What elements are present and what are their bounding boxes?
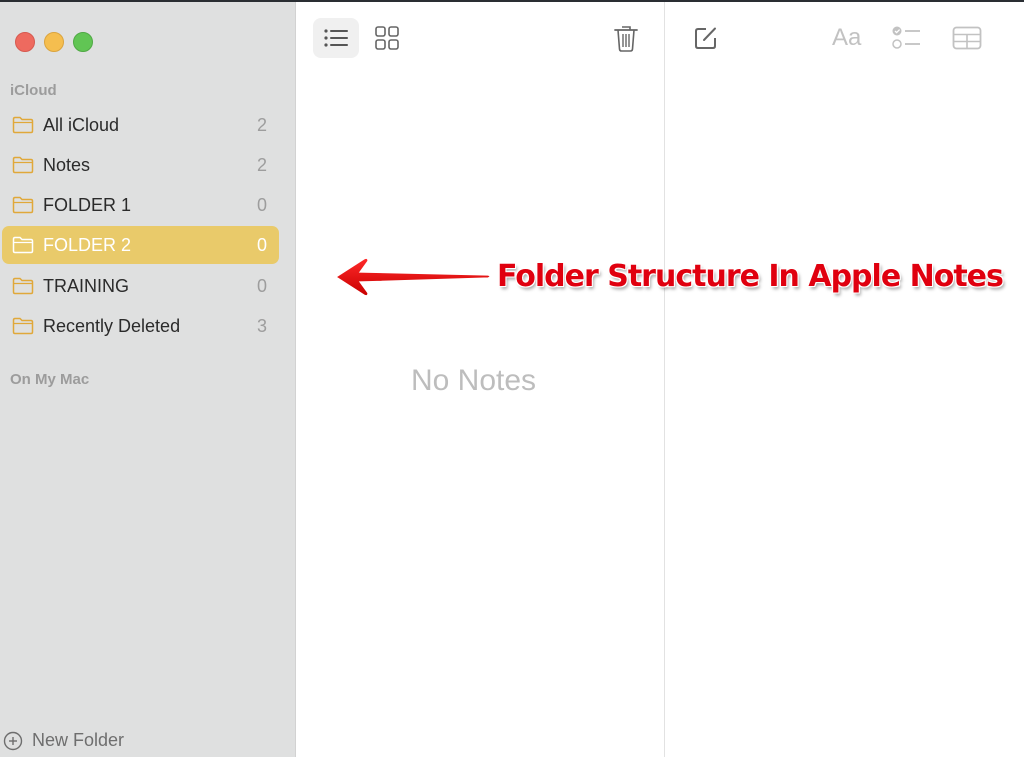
folder-icon	[12, 277, 34, 295]
folder-count: 0	[256, 195, 267, 215]
section-label-on-my-mac: On My Mac	[10, 371, 90, 388]
section-label-icloud: iCloud	[10, 82, 57, 99]
folder-icon	[12, 156, 34, 174]
sidebar-folder-folder-2[interactable]: FOLDER 2 0	[2, 226, 279, 264]
plus-circle-icon	[3, 731, 23, 751]
compose-note-button[interactable]	[683, 18, 729, 58]
folder-icon	[12, 236, 34, 254]
folder-count: 3	[256, 316, 267, 336]
sidebar-folder-all-icloud[interactable]: All iCloud 2	[2, 106, 279, 144]
table-button[interactable]	[944, 18, 990, 58]
sidebar-folder-folder-1[interactable]: FOLDER 1 0	[2, 186, 279, 224]
format-button[interactable]: Aa	[832, 24, 861, 52]
zoom-window-button[interactable]	[73, 32, 93, 52]
folder-count: 0	[256, 276, 267, 296]
sidebar-folder-notes[interactable]: Notes 2	[2, 146, 279, 184]
sidebar: iCloud All iCloud 2 Notes 2 FOLDER 1 0 FOLDER …	[0, 2, 295, 757]
annotation-label: Folder Structure In Apple Notes	[497, 259, 1004, 294]
folder-icon	[12, 317, 34, 335]
pane-divider[interactable]	[664, 2, 665, 757]
folder-name: FOLDER 2	[43, 235, 132, 255]
list-view-icon	[324, 29, 348, 47]
annotation-arrow-icon	[334, 257, 491, 297]
folder-name: FOLDER 1	[43, 195, 132, 215]
delete-note-button[interactable]	[603, 18, 649, 58]
trash-icon	[614, 26, 638, 52]
folder-icon	[12, 196, 34, 214]
table-icon	[952, 26, 982, 50]
folder-name: TRAINING	[43, 276, 130, 296]
folder-name: Recently Deleted	[43, 316, 181, 336]
folder-count: 0	[256, 235, 267, 255]
checklist-icon	[892, 26, 920, 49]
gallery-view-button[interactable]	[364, 18, 410, 58]
close-window-button[interactable]	[15, 32, 35, 52]
empty-state-text: No Notes	[411, 364, 537, 397]
folder-count: 2	[256, 155, 267, 175]
compose-icon	[695, 27, 716, 49]
minimize-window-button[interactable]	[44, 32, 64, 52]
new-folder-label: New Folder	[32, 730, 125, 750]
checklist-button[interactable]	[884, 18, 930, 58]
sidebar-folder-recently-deleted[interactable]: Recently Deleted 3	[2, 307, 279, 345]
sidebar-folder-training[interactable]: TRAINING 0	[2, 267, 279, 305]
folder-count: 2	[256, 115, 267, 135]
folder-icon	[12, 116, 34, 134]
folder-name: All iCloud	[43, 115, 120, 135]
list-view-button[interactable]	[313, 18, 359, 58]
gallery-view-icon	[375, 26, 399, 50]
folder-name: Notes	[43, 155, 91, 175]
